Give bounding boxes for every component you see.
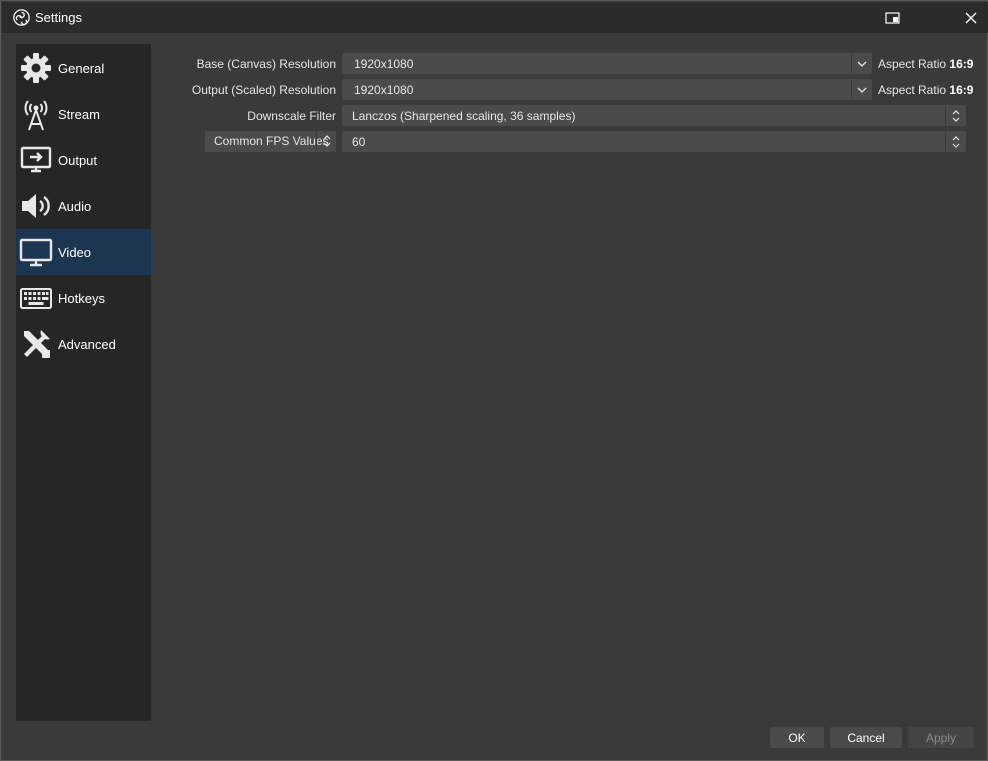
sidebar-item-audio[interactable]: Audio: [16, 183, 151, 229]
ok-button[interactable]: OK: [770, 727, 824, 748]
gear-icon: [21, 53, 51, 83]
up-down-chevron-icon: [952, 109, 959, 122]
output-icon: [20, 146, 52, 173]
title-bar: Settings: [2, 2, 988, 33]
sidebar-item-label: Advanced: [58, 337, 116, 352]
output-resolution-label: Output (Scaled) Resolution: [191, 83, 336, 97]
sidebar-item-hotkeys[interactable]: Hotkeys: [16, 275, 151, 321]
sidebar-item-general[interactable]: General: [16, 45, 151, 91]
base-aspect-ratio: Aspect Ratio 16:9: [878, 57, 974, 71]
fps-type-spin-button[interactable]: [316, 131, 336, 150]
base-resolution-dropdown-button[interactable]: [851, 54, 871, 73]
fps-value-combo[interactable]: 60: [342, 131, 966, 152]
settings-window: Settings General Stream Output Audio Vid…: [0, 0, 988, 761]
sidebar-item-label: Stream: [58, 107, 100, 122]
popout-button[interactable]: [883, 8, 903, 28]
monitor-icon: [19, 238, 53, 267]
settings-sidebar: General Stream Output Audio Video Hotkey…: [16, 44, 151, 721]
window-title: Settings: [35, 10, 82, 25]
antenna-icon: [24, 100, 48, 131]
speaker-icon: [22, 194, 50, 218]
sidebar-item-stream[interactable]: Stream: [16, 91, 151, 137]
downscale-filter-label: Downscale Filter: [247, 109, 336, 123]
output-resolution-dropdown-button[interactable]: [851, 80, 871, 99]
fps-value: 60: [352, 135, 366, 149]
close-icon: [965, 12, 977, 24]
up-down-chevron-icon: [952, 135, 959, 148]
sidebar-item-output[interactable]: Output: [16, 137, 151, 183]
tools-icon: [24, 330, 50, 358]
sidebar-item-label: Output: [58, 153, 98, 168]
up-down-chevron-icon: [323, 134, 330, 147]
obs-logo-icon: [13, 9, 30, 26]
downscale-filter-spin-button[interactable]: [945, 106, 965, 125]
chevron-down-icon: [857, 61, 866, 67]
output-aspect-ratio: Aspect Ratio 16:9: [878, 83, 974, 97]
output-resolution-combo[interactable]: 1920x1080: [342, 79, 872, 100]
base-aspect-ratio-value: 16:9: [949, 57, 974, 71]
sidebar-item-label: General: [58, 61, 105, 76]
popout-icon: [885, 12, 900, 24]
output-resolution-value: 1920x1080: [354, 83, 414, 97]
downscale-filter-value: Lanczos (Sharpened scaling, 36 samples): [352, 109, 576, 123]
fps-value-spin-button[interactable]: [945, 132, 965, 151]
base-resolution-combo[interactable]: 1920x1080: [342, 53, 872, 74]
base-resolution-value: 1920x1080: [354, 57, 414, 71]
sidebar-item-advanced[interactable]: Advanced: [16, 321, 151, 367]
sidebar-item-label: Audio: [58, 199, 92, 214]
downscale-filter-combo[interactable]: Lanczos (Sharpened scaling, 36 samples): [342, 105, 966, 126]
base-resolution-label: Base (Canvas) Resolution: [196, 57, 336, 71]
apply-button[interactable]: Apply: [908, 727, 974, 748]
sidebar-item-label: Video: [58, 245, 92, 260]
output-aspect-ratio-value: 16:9: [949, 83, 974, 97]
cancel-button[interactable]: Cancel: [830, 727, 902, 748]
sidebar-item-label: Hotkeys: [58, 291, 105, 306]
fps-type-combo[interactable]: Common FPS Values: [205, 131, 336, 152]
sidebar-item-video[interactable]: Video: [16, 229, 151, 275]
chevron-down-icon: [857, 87, 866, 93]
close-button[interactable]: [961, 8, 981, 28]
fps-type-value: Common FPS Values: [214, 134, 329, 148]
keyboard-icon: [20, 288, 52, 309]
